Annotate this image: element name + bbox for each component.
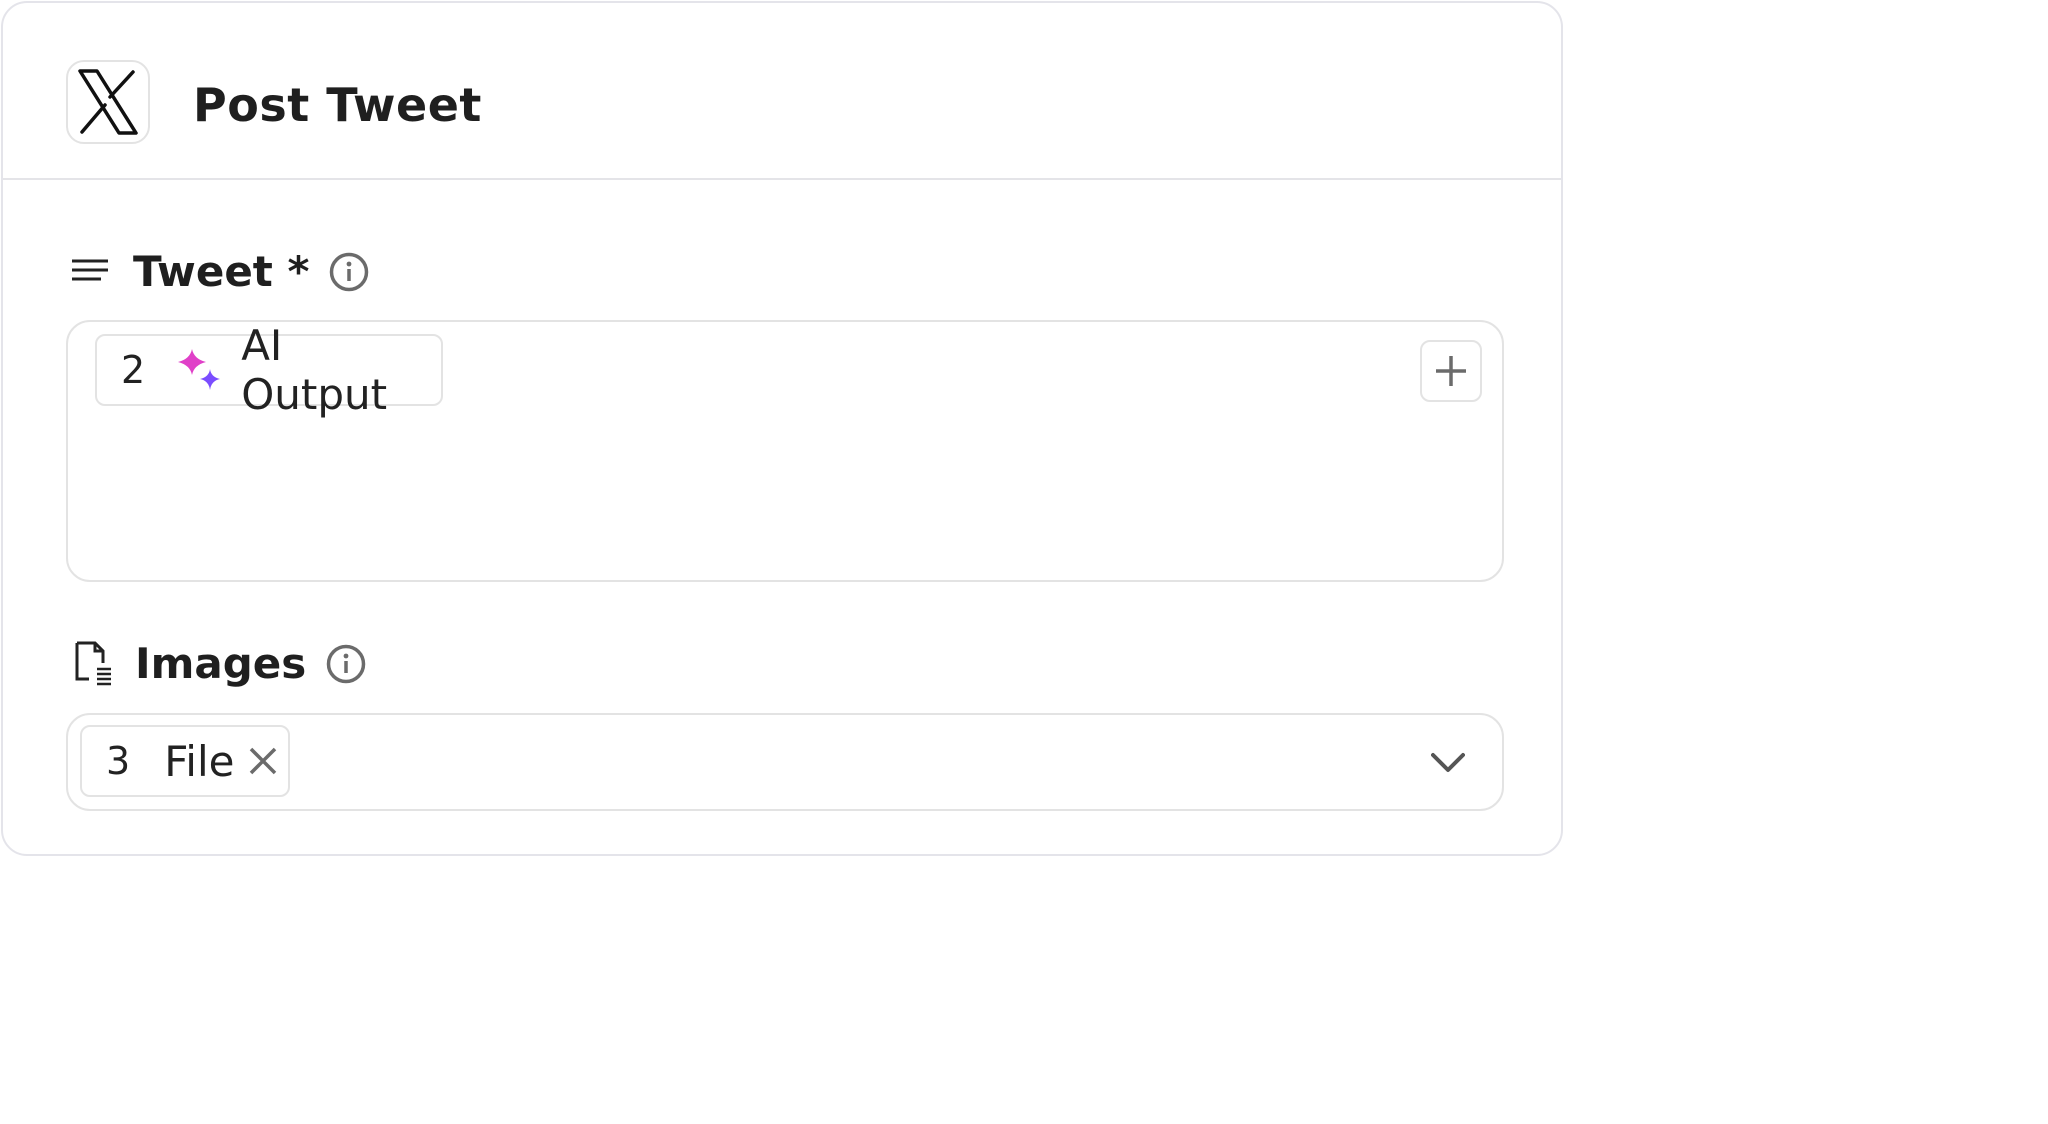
chip-label: File [164, 736, 235, 786]
sparkles-icon [177, 348, 223, 392]
chip-label: AI Output [241, 321, 388, 419]
chevron-down-icon[interactable] [1428, 743, 1468, 783]
page-title: Post Tweet [193, 78, 482, 132]
plus-icon [1434, 354, 1468, 388]
ai-output-chip[interactable]: 2 AI Output [95, 321, 443, 419]
chip-index: 3 [106, 739, 131, 783]
text-lines-icon [71, 257, 109, 287]
file-icon [75, 641, 113, 687]
info-icon[interactable] [329, 252, 369, 292]
post-tweet-card: Post Tweet Tweet * 2 AI Output Images 3 … [1, 1, 1563, 856]
tweet-input[interactable]: 2 AI Output [66, 320, 1504, 582]
card-header: Post Tweet [3, 3, 1561, 180]
images-field-label: Images [75, 639, 366, 689]
images-select[interactable]: 3 File [66, 713, 1504, 811]
add-variable-button[interactable] [1420, 340, 1482, 402]
images-label-text: Images [135, 639, 307, 688]
tweet-field-label: Tweet * [71, 247, 369, 297]
chip-index: 2 [121, 348, 146, 392]
info-icon[interactable] [326, 644, 366, 684]
close-icon[interactable] [248, 746, 278, 776]
x-logo-icon [66, 60, 150, 144]
file-chip: 3 File [80, 725, 290, 797]
tweet-label-text: Tweet * [133, 247, 310, 296]
